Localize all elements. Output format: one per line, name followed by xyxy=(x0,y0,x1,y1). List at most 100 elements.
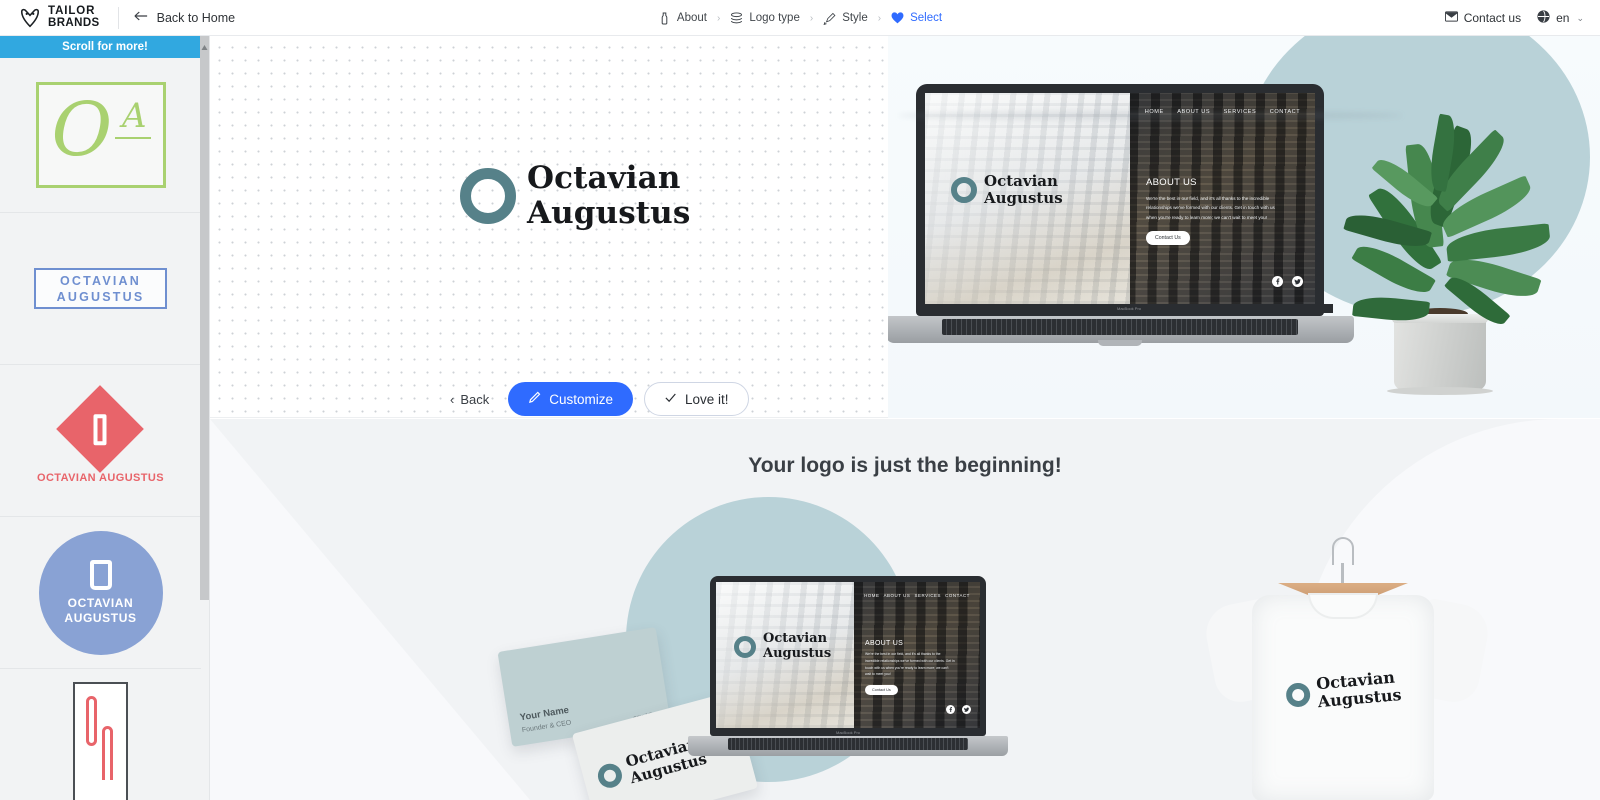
customize-button[interactable]: Customize xyxy=(508,382,634,416)
step-logo-type-label: Logo type xyxy=(749,12,800,24)
thumbnail-list: O A OCTAVIAN AUGUSTUS OCTAVIAN AUGUSTUS xyxy=(0,58,201,800)
website-hero-left: Octavian Augustus xyxy=(716,582,854,728)
website-about-body: We're the best in our field, and it's al… xyxy=(1146,196,1275,220)
website-nav: HOME ABOUT US SERVICES CONTACT xyxy=(854,593,980,598)
website-nav-services: SERVICES xyxy=(914,593,942,598)
thumb-blue-circle-shape: OCTAVIAN AUGUSTUS xyxy=(38,530,163,655)
back-button[interactable]: ‹ Back xyxy=(442,386,497,413)
hanger-hook-icon xyxy=(1332,537,1354,565)
chevron-right-icon: › xyxy=(809,12,814,24)
website-hero-left: Octavian Augustus xyxy=(925,93,1130,304)
step-select-label: Select xyxy=(910,12,943,24)
website-nav-services: SERVICES xyxy=(1223,109,1257,115)
laptop-chin: MacBook Pro xyxy=(925,304,1333,313)
website-about-heading: ABOUT US xyxy=(1146,177,1197,188)
action-buttons: ‹ Back Customize Love it! xyxy=(442,382,749,416)
chevron-left-icon: ‹ xyxy=(450,391,455,407)
contact-us-label: Contact us xyxy=(1463,11,1522,25)
website-nav-home: HOME xyxy=(864,593,880,598)
website-about-block: ABOUT US We're the best in our field, an… xyxy=(865,640,955,696)
plant-decoration xyxy=(1334,60,1554,395)
sidebar-scrollbar[interactable] xyxy=(200,36,209,600)
website-contact-button: Contact Us xyxy=(1146,231,1190,246)
thumb-tall-frame xyxy=(73,681,128,800)
love-it-button-label: Love it! xyxy=(685,391,729,407)
language-label: en xyxy=(1556,11,1570,25)
twitter-icon xyxy=(1292,274,1303,292)
website-nav-about: ABOUT US xyxy=(883,593,911,598)
layers-icon xyxy=(730,12,743,25)
website-nav-contact: CONTACT xyxy=(1269,109,1301,115)
tailor-brands-logo[interactable]: TAILOR BRANDS xyxy=(0,5,100,29)
selected-logo[interactable]: Octavian Augustus xyxy=(460,160,691,232)
brush-icon xyxy=(823,12,836,25)
logo-thumbnail-green-script[interactable]: O A xyxy=(0,58,201,213)
step-style[interactable]: Style xyxy=(823,12,868,25)
thumb-green-frame: O A xyxy=(35,82,166,188)
logo-text-line1: Octavian xyxy=(527,160,681,196)
heart-icon xyxy=(891,12,904,25)
tshirt-logo-mark xyxy=(1285,682,1312,709)
website-about-body: We're the best in our field, and it's al… xyxy=(865,652,955,677)
brand-name-line1: TAILOR xyxy=(48,5,96,17)
logo-text-line2: Augustus xyxy=(527,195,691,232)
laptop-model-label: MacBook Pro xyxy=(835,730,860,735)
thumb-green-underline xyxy=(114,137,151,139)
thumb-green-initial-o: O xyxy=(51,87,113,173)
laptop-lid: Octavian Augustus HOME ABOUT US SERVICES… xyxy=(710,576,986,737)
plant-pot xyxy=(1387,314,1493,395)
mockup-scene: Octavian Augustus HOME ABOUT US SERVICES… xyxy=(888,36,1600,418)
laptop-keyboard xyxy=(942,319,1298,335)
step-nav: About › Logo type › Style › Select xyxy=(0,0,1600,36)
website-nav-home: HOME xyxy=(1144,109,1164,115)
logo-thumbnail-blue-circle[interactable]: OCTAVIAN AUGUSTUS xyxy=(0,517,201,669)
website-logo-mark xyxy=(951,177,977,204)
card-logo-mark xyxy=(595,761,625,791)
scroll-up-arrow-icon[interactable] xyxy=(201,38,208,50)
website-logo-line1: Octavian xyxy=(984,172,1058,190)
laptop-mockup-secondary: Octavian Augustus HOME ABOUT US SERVICES… xyxy=(688,576,1008,756)
laptop-notch xyxy=(1098,340,1142,346)
step-style-label: Style xyxy=(842,12,868,24)
website-nav-contact: CONTACT xyxy=(945,593,970,598)
thumb-tall-letter-a xyxy=(102,725,113,780)
thumb-circle-line2: AUGUSTUS xyxy=(64,610,137,625)
laptop-base xyxy=(888,316,1354,346)
facebook-icon xyxy=(946,701,955,719)
logo-thumbnail-red-diamond[interactable]: OCTAVIAN AUGUSTUS xyxy=(0,365,201,517)
thumb-red-monogram xyxy=(93,413,107,444)
laptop-screen: Octavian Augustus HOME ABOUT US SERVICES… xyxy=(925,93,1315,304)
love-it-button[interactable]: Love it! xyxy=(644,382,749,416)
customize-button-label: Customize xyxy=(549,391,614,407)
top-bar: TAILOR BRANDS Back to Home About › Logo … xyxy=(0,0,1600,36)
bottle-icon xyxy=(658,12,671,25)
laptop-keyboard xyxy=(728,738,968,750)
step-about[interactable]: About xyxy=(658,12,707,25)
logo-thumbnail-sidebar[interactable]: Scroll for more! O A OCTAVIAN AUGUSTUS O… xyxy=(0,36,210,800)
logo-thumbnail-tall-frame[interactable] xyxy=(0,669,201,800)
step-logo-type[interactable]: Logo type xyxy=(730,12,800,25)
pot-base xyxy=(1387,387,1493,395)
mail-icon xyxy=(1444,10,1458,26)
step-select[interactable]: Select xyxy=(891,12,942,25)
thumb-blue-line2: AUGUSTUS xyxy=(56,289,145,304)
chevron-right-icon: › xyxy=(716,12,721,24)
scroll-for-more-banner[interactable]: Scroll for more! xyxy=(0,36,209,58)
top-bar-right: Contact us en ⌄ xyxy=(1444,0,1584,36)
website-logo-line1: Octavian xyxy=(763,631,828,646)
main-content: Octavian Augustus ‹ Back Customize Love … xyxy=(210,36,1600,800)
chevron-down-icon: ⌄ xyxy=(1576,12,1584,23)
website-hero-right: HOME ABOUT US SERVICES CONTACT ABOUT US … xyxy=(854,582,980,728)
website-social-links xyxy=(946,701,971,719)
back-to-home-link[interactable]: Back to Home xyxy=(134,10,235,25)
website-about-block: ABOUT US We're the best in our field, an… xyxy=(1146,177,1276,246)
website-logo-mark xyxy=(734,635,756,658)
thumb-blue-monogram xyxy=(89,560,112,591)
website-about-heading: ABOUT US xyxy=(865,640,904,647)
website-nav-about: ABOUT US xyxy=(1177,109,1211,115)
contact-us-link[interactable]: Contact us xyxy=(1444,10,1522,26)
laptop-screen: Octavian Augustus HOME ABOUT US SERVICES… xyxy=(716,582,980,728)
logo-thumbnail-blue-outline[interactable]: OCTAVIAN AUGUSTUS xyxy=(0,213,201,365)
thumb-tall-letter-o xyxy=(86,695,97,746)
language-selector[interactable]: en ⌄ xyxy=(1537,10,1584,26)
